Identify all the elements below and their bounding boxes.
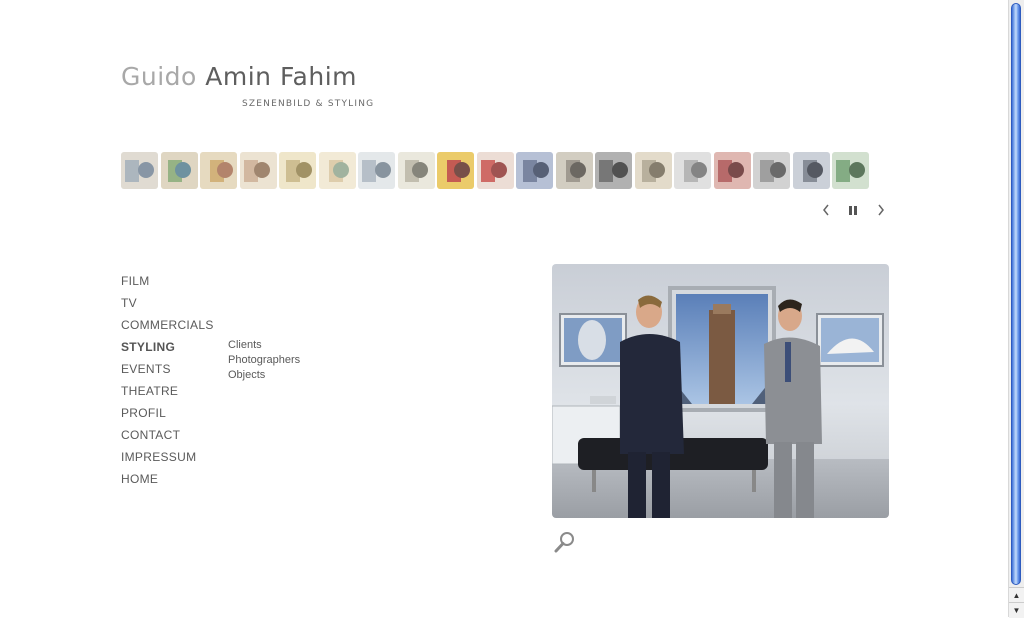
thumbnail[interactable]	[713, 152, 751, 189]
thumbnail[interactable]	[121, 152, 158, 189]
pause-icon[interactable]	[845, 201, 861, 219]
nav-item-home[interactable]: HOME	[121, 468, 214, 490]
scrollbar-thumb[interactable]	[1011, 3, 1021, 585]
subnav-item-clients[interactable]: Clients	[228, 338, 300, 353]
logo-first-name: Guido	[121, 62, 197, 91]
thumbnail[interactable]	[239, 152, 277, 189]
nav-item-film[interactable]: FILM	[121, 270, 214, 292]
thumbnail-strip	[121, 152, 869, 189]
thumbnail[interactable]	[832, 152, 869, 189]
vertical-scrollbar[interactable]: ▲ ▼	[1008, 0, 1024, 618]
thumbnail[interactable]	[358, 152, 395, 189]
logo-rest-name: Amin Fahim	[205, 62, 358, 91]
scroll-down-icon[interactable]: ▼	[1009, 602, 1024, 618]
thumbnail[interactable]	[318, 152, 356, 189]
thumbnail[interactable]	[674, 152, 711, 189]
magnifier-icon[interactable]	[553, 530, 577, 554]
sub-nav: Clients Photographers Objects	[228, 338, 300, 383]
thumbnail[interactable]	[792, 152, 830, 189]
thumbnail[interactable]	[437, 152, 474, 189]
logo-subtitle: SZENENBILD & STYLING	[242, 99, 375, 109]
nav-item-theatre[interactable]: THEATRE	[121, 380, 214, 402]
chevron-left-icon[interactable]	[818, 201, 834, 219]
thumbnail[interactable]	[160, 152, 198, 189]
thumbnail[interactable]	[279, 152, 316, 189]
nav-item-events[interactable]: EVENTS	[121, 358, 214, 380]
subnav-item-photographers[interactable]: Photographers	[228, 353, 300, 368]
subnav-item-objects[interactable]: Objects	[228, 368, 300, 383]
logo-name: Guido Amin Fahim	[121, 62, 357, 92]
nav-item-commercials[interactable]: COMMERCIALS	[121, 314, 214, 336]
thumbnail[interactable]	[476, 152, 514, 189]
thumbnail[interactable]	[555, 152, 593, 189]
main-photo[interactable]	[552, 264, 889, 518]
site-logo[interactable]: Guido Amin Fahim SZENENBILD & STYLING	[121, 62, 373, 109]
thumbnail[interactable]	[200, 152, 237, 189]
nav-item-styling[interactable]: STYLING	[121, 336, 214, 358]
nav-item-contact[interactable]: CONTACT	[121, 424, 214, 446]
thumbnail[interactable]	[634, 152, 672, 189]
nav-item-tv[interactable]: TV	[121, 292, 214, 314]
thumbnail[interactable]	[516, 152, 553, 189]
nav-item-impressum[interactable]: IMPRESSUM	[121, 446, 214, 468]
nav-item-profil[interactable]: PROFIL	[121, 402, 214, 424]
chevron-right-icon[interactable]	[873, 201, 889, 219]
main-nav: FILM TV COMMERCIALS STYLING EVENTS THEAT…	[121, 270, 214, 490]
thumbnail[interactable]	[595, 152, 632, 189]
thumbnail[interactable]	[397, 152, 435, 189]
scroll-up-icon[interactable]: ▲	[1009, 587, 1024, 603]
thumbnail[interactable]	[753, 152, 790, 189]
